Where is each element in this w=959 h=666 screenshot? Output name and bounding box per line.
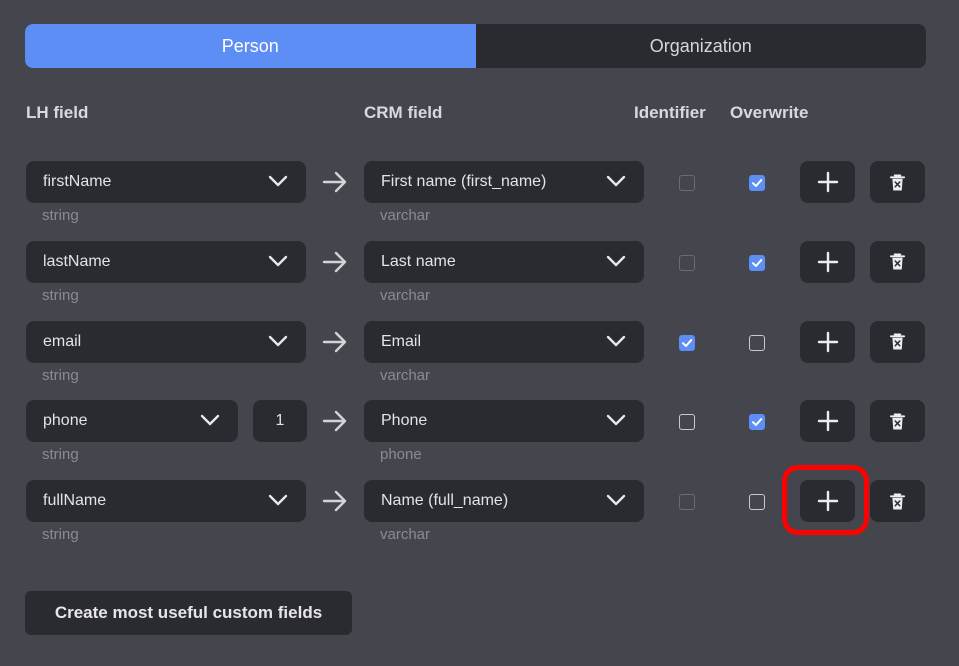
overwrite-checkbox[interactable]: [749, 254, 765, 271]
lh-field-value: fullName: [43, 492, 107, 509]
delete-row-button[interactable]: [870, 161, 925, 203]
lh-field-value: email: [43, 332, 82, 350]
lh-field-type: string: [42, 366, 79, 384]
tab-person[interactable]: Person: [25, 24, 476, 68]
arrow-right-icon: [322, 251, 348, 273]
overwrite-checkbox[interactable]: [749, 414, 765, 431]
add-field-button[interactable]: [800, 161, 855, 203]
crm-field-select[interactable]: Name (full_name): [364, 480, 644, 522]
delete-row-button[interactable]: [870, 400, 925, 443]
identifier-checkbox[interactable]: [679, 175, 695, 191]
lh-field-select[interactable]: phone: [26, 400, 238, 443]
chevron-down-icon: [268, 333, 288, 351]
crm-field-value: Email: [381, 332, 422, 350]
crm-field-type: varchar: [380, 526, 431, 543]
lh-field-value: firstName: [43, 173, 112, 190]
crm-field-value: First name (first_name): [381, 173, 547, 190]
crm-field-select[interactable]: Phone: [364, 400, 644, 443]
crm-field-type: varchar: [380, 207, 431, 224]
entity-tabs: Person Organization: [25, 24, 926, 68]
arrow-right-icon: [322, 410, 348, 432]
crm-field-type: phone: [380, 446, 422, 464]
crm-field-select[interactable]: Last name: [364, 240, 644, 283]
crm-field-type: varchar: [380, 366, 431, 384]
lh-field-select[interactable]: firstName: [26, 161, 306, 203]
crm-field-value: Last name: [381, 252, 456, 270]
plus-icon: [817, 410, 839, 432]
chevron-down-icon: [606, 412, 626, 430]
delete-row-button[interactable]: [870, 320, 925, 363]
chevron-down-icon: [606, 173, 626, 191]
mapping-row: firstName string First name (first_name)…: [0, 161, 959, 241]
arrow-right-icon: [322, 331, 348, 353]
add-field-button[interactable]: [800, 400, 855, 443]
add-button-highlight: [782, 465, 869, 535]
add-field-button[interactable]: [800, 320, 855, 363]
overwrite-checkbox[interactable]: [749, 494, 765, 510]
lh-field-type: string: [42, 446, 79, 464]
lh-field-type: string: [42, 526, 79, 543]
lh-field-header: LH field: [26, 103, 89, 122]
lh-field-select[interactable]: email: [26, 320, 306, 363]
identifier-checkbox[interactable]: [679, 334, 695, 351]
plus-icon: [817, 331, 839, 353]
trash-icon: [889, 173, 906, 192]
lh-field-select[interactable]: lastName: [26, 240, 306, 283]
chevron-down-icon: [606, 492, 626, 510]
overwrite-header: Overwrite: [730, 103, 809, 122]
trash-icon: [889, 492, 906, 511]
lh-field-type: string: [42, 286, 79, 304]
mapping-row: email string Email varchar: [0, 320, 959, 401]
arrow-right-icon: [322, 171, 348, 193]
crm-field-value: Name (full_name): [381, 492, 509, 509]
mapping-row: lastName string Last name varchar: [0, 240, 959, 321]
crm-field-select[interactable]: Email: [364, 320, 644, 363]
identifier-header: Identifier: [634, 103, 706, 122]
create-custom-fields-button[interactable]: Create most useful custom fields: [25, 591, 352, 635]
chevron-down-icon: [200, 412, 220, 430]
identifier-checkbox[interactable]: [679, 254, 695, 271]
crm-field-value: Phone: [381, 412, 428, 430]
chevron-down-icon: [268, 253, 288, 271]
identifier-checkbox[interactable]: [679, 414, 695, 431]
lh-field-value: phone: [43, 412, 88, 430]
chevron-down-icon: [268, 492, 288, 510]
trash-icon: [889, 332, 906, 351]
chevron-down-icon: [606, 253, 626, 271]
overwrite-checkbox[interactable]: [749, 175, 765, 191]
lh-field-value: lastName: [43, 252, 111, 270]
identifier-checkbox[interactable]: [679, 494, 695, 510]
lh-field-index-input[interactable]: 1: [253, 400, 307, 443]
crm-field-type: varchar: [380, 286, 431, 304]
tab-organization[interactable]: Organization: [476, 24, 927, 68]
trash-icon: [889, 252, 906, 271]
plus-icon: [817, 171, 839, 193]
delete-row-button[interactable]: [870, 240, 925, 283]
delete-row-button[interactable]: [870, 480, 925, 522]
plus-icon: [817, 251, 839, 273]
chevron-down-icon: [606, 333, 626, 351]
lh-field-type: string: [42, 207, 79, 224]
arrow-right-icon: [322, 490, 348, 512]
trash-icon: [889, 412, 906, 431]
crm-field-header: CRM field: [364, 103, 443, 122]
overwrite-checkbox[interactable]: [749, 334, 765, 351]
add-field-button[interactable]: [800, 240, 855, 283]
lh-field-select[interactable]: fullName: [26, 480, 306, 522]
chevron-down-icon: [268, 173, 288, 191]
crm-field-select[interactable]: First name (first_name): [364, 161, 644, 203]
